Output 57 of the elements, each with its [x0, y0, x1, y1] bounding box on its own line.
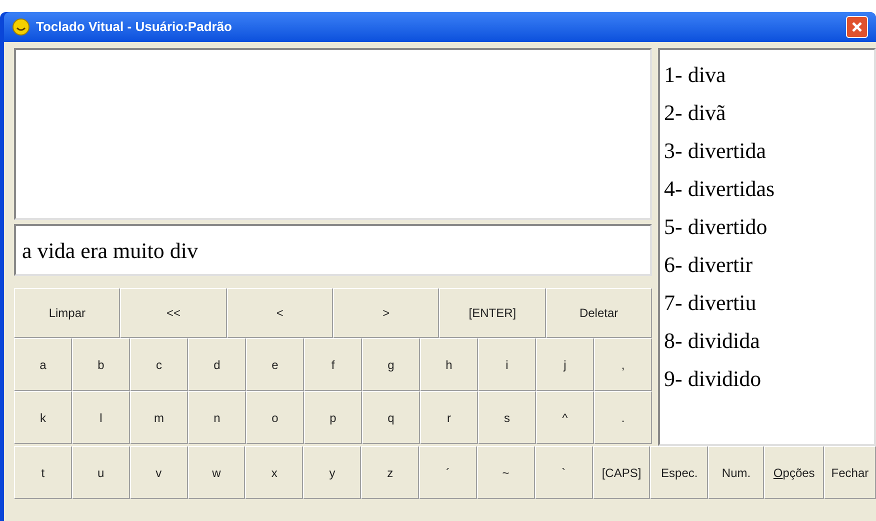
letter-key[interactable]: a: [14, 338, 72, 391]
suggestion-item[interactable]: 2- divã: [664, 94, 726, 132]
letter-key[interactable]: i: [478, 338, 536, 391]
letter-key[interactable]: h: [420, 338, 478, 391]
suggestion-item[interactable]: 3- divertida: [664, 132, 766, 170]
close-button[interactable]: [846, 16, 868, 38]
letter-key[interactable]: z: [361, 446, 420, 499]
letter-key[interactable]: b: [72, 338, 130, 391]
suggestion-item[interactable]: 5- divertido: [664, 208, 768, 246]
letter-key[interactable]: l: [72, 391, 130, 444]
letter-key[interactable]: `: [534, 446, 593, 499]
letter-key[interactable]: o: [246, 391, 304, 444]
letter-key[interactable]: ,: [594, 338, 652, 391]
letter-key[interactable]: .: [594, 391, 652, 444]
suggestion-item[interactable]: 9- dividido: [664, 360, 762, 398]
control-key[interactable]: Deletar: [546, 288, 652, 338]
letter-key[interactable]: q: [362, 391, 420, 444]
letter-key[interactable]: f: [304, 338, 362, 391]
letter-key[interactable]: t: [14, 446, 72, 499]
suggestion-item[interactable]: 4- divertidas: [664, 170, 775, 208]
input-field[interactable]: a vida era muito div: [22, 234, 198, 266]
function-key[interactable]: [CAPS]: [592, 446, 650, 499]
letter-key[interactable]: c: [130, 338, 188, 391]
suggestion-item[interactable]: 6- divertir: [664, 246, 753, 284]
control-key[interactable]: >: [332, 288, 440, 338]
letter-key[interactable]: w: [188, 446, 246, 499]
control-key[interactable]: <<: [120, 288, 227, 338]
control-key[interactable]: [ENTER]: [439, 288, 546, 338]
suggestion-item[interactable]: 7- divertiu: [664, 284, 756, 322]
letter-key[interactable]: ~: [476, 446, 535, 499]
letter-key[interactable]: n: [188, 391, 246, 444]
function-key[interactable]: Fechar: [824, 446, 876, 499]
smiley-icon: [12, 18, 30, 36]
function-key[interactable]: Num.: [708, 446, 764, 499]
function-key[interactable]: Opções: [764, 446, 824, 499]
function-key[interactable]: Espec.: [650, 446, 708, 499]
letter-key[interactable]: p: [304, 391, 362, 444]
letter-key[interactable]: v: [130, 446, 188, 499]
control-key[interactable]: <: [226, 288, 333, 338]
letter-key[interactable]: k: [14, 391, 72, 444]
letter-key[interactable]: r: [420, 391, 478, 444]
control-key[interactable]: Limpar: [14, 288, 120, 338]
letter-key[interactable]: m: [130, 391, 188, 444]
letter-key[interactable]: g: [362, 338, 420, 391]
close-icon: [851, 21, 863, 33]
window-title: Toclado Vitual - Usuário:Padrão: [36, 18, 232, 36]
letter-key[interactable]: j: [536, 338, 594, 391]
suggestion-item[interactable]: 8- dividida: [664, 322, 760, 360]
letter-key[interactable]: d: [188, 338, 246, 391]
suggestion-item[interactable]: 1- diva: [664, 56, 726, 94]
letter-key[interactable]: s: [478, 391, 536, 444]
letter-key[interactable]: x: [245, 446, 304, 499]
letter-key[interactable]: y: [303, 446, 362, 499]
letter-key[interactable]: e: [246, 338, 304, 391]
letter-key[interactable]: ´: [419, 446, 477, 499]
letter-key[interactable]: u: [72, 446, 130, 499]
letter-key[interactable]: ^: [536, 391, 594, 444]
